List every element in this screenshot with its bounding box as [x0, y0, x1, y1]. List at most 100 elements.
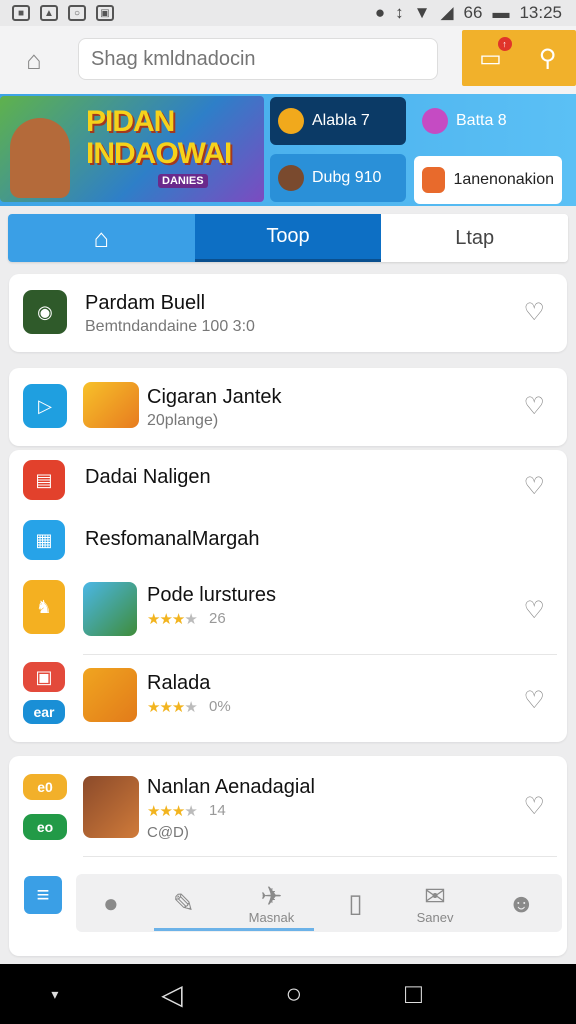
app-icon: ♞: [23, 580, 65, 634]
banner-chip-3[interactable]: Dubg 910: [270, 154, 406, 202]
banner-chip-1[interactable]: Alabla 7: [270, 97, 406, 145]
app-subtitle: C@D): [147, 824, 189, 841]
favorite-icon[interactable]: ♡: [523, 686, 545, 715]
status-time: 13:25: [519, 3, 562, 22]
app-icon: ear: [23, 700, 65, 724]
favorite-icon[interactable]: ♡: [523, 596, 545, 625]
rating-value: 14: [209, 802, 226, 819]
app-title: Cigaran Jantek: [147, 386, 282, 408]
list-item[interactable]: ♞ Pode lurstures ★★★★ 26 ♡: [9, 570, 567, 650]
app-list-card: ▤ Dadai Naligen ♡ ▦ ResfomanalMargah ♞ P…: [9, 450, 567, 742]
home-icon: ⌂: [93, 222, 110, 253]
tab-list[interactable]: Ltap: [381, 214, 568, 262]
app-title: Nanlan Aenadagial: [147, 776, 315, 798]
plane-icon: ✈: [260, 880, 283, 911]
app-icon: eo: [23, 814, 67, 840]
category-tabs: ⌂ Toop Ltap: [8, 214, 568, 262]
bookmark-icon: ▯: [348, 888, 363, 918]
divider: [83, 654, 557, 655]
app-icon: ▤: [23, 460, 65, 500]
divider: [83, 856, 557, 857]
bottom-nav: ● ✎ ✈ Masnak ▯ ✉ Sanev ☻: [76, 874, 562, 932]
app-card-2[interactable]: ▷ Cigaran Jantek 20plange) ♡: [9, 368, 567, 446]
nav-edit[interactable]: ✎: [173, 889, 195, 917]
notifications-icon[interactable]: ▭ ↑: [476, 37, 512, 73]
home-circle-icon[interactable]: ○: [285, 978, 302, 1010]
hero-subtitle: DANIES: [158, 174, 208, 188]
tab-home[interactable]: ⌂: [8, 214, 195, 262]
chip-label: Alabla 7: [312, 112, 370, 129]
battery-icon: ▬: [492, 3, 510, 22]
system-nav-bar: ▾ ◁ ○ □: [0, 964, 576, 1024]
app-thumbnail: [83, 382, 139, 428]
app-title: Pardam Buell: [85, 292, 206, 314]
flower-icon: [422, 108, 448, 134]
app-title: Dadai Naligen: [85, 466, 211, 488]
chat-icon: ○: [68, 5, 86, 21]
nav-label: Sanev: [416, 909, 454, 925]
notification-badge: ↑: [497, 37, 512, 51]
recents-icon[interactable]: □: [405, 978, 422, 1010]
star-rating: ★★★★: [147, 803, 198, 820]
hero-title-line-2: INDAOWAI: [86, 137, 232, 170]
avatar-icon: [278, 165, 304, 191]
hero-banner[interactable]: PIDAN INDAOWAI DANIES: [0, 96, 264, 202]
location-icon: ●: [103, 888, 119, 918]
app-card-1[interactable]: ◉ Pardam Buell Bemtndandaine 100 3:0 ♡: [9, 274, 567, 352]
top-bar: ⌂ ▭↑ ⚲: [0, 26, 576, 94]
rating-value: 0%: [209, 698, 231, 715]
user-icon: ☻: [507, 888, 535, 918]
search-input[interactable]: [78, 38, 438, 80]
list-item[interactable]: ▦ ResfomanalMargah: [9, 512, 567, 568]
app-thumbnail: [83, 582, 137, 636]
favorite-icon[interactable]: ♡: [523, 298, 545, 327]
app-thumbnail: [83, 776, 139, 838]
star-rating: ★★★★: [147, 611, 198, 628]
menu-fab[interactable]: ≡: [24, 876, 62, 914]
battery-level: 66: [463, 3, 483, 22]
list-item[interactable]: e0 eo Nanlan Aenadagial ★★★★ 14 C@D) ♡: [9, 756, 567, 856]
star-rating: ★★★★: [147, 699, 198, 716]
status-right-icons: ● ↕ ▼ ◢ 66 ▬ 13:25: [375, 3, 562, 23]
status-bar: ■ ▲ ○ ▣ ● ↕ ▼ ◢ 66 ▬ 13:25: [0, 0, 576, 26]
list-item[interactable]: ▣ ear Ralada ★★★★ 0% ♡: [9, 656, 567, 740]
banner-chip-4[interactable]: 1anenonakion: [414, 156, 562, 204]
alarm-icon: ●: [374, 3, 386, 22]
favorite-icon[interactable]: ♡: [523, 792, 545, 821]
app-thumbnail: [83, 668, 137, 722]
nav-save[interactable]: ✉ Sanev: [417, 882, 454, 925]
dropdown-icon[interactable]: ▾: [51, 986, 58, 1003]
chip-label: 1anenonakion: [453, 171, 554, 188]
favorite-icon[interactable]: ♡: [523, 392, 545, 421]
game-icon: [422, 167, 446, 193]
home-icon[interactable]: ⌂: [14, 40, 54, 80]
nav-bookmarks[interactable]: ▯: [348, 889, 362, 917]
hero-character-image: [10, 118, 70, 198]
back-icon[interactable]: ◁: [161, 978, 183, 1011]
app-title: Pode lurstures: [147, 584, 276, 606]
search-icon[interactable]: ⚲: [533, 43, 563, 73]
edit-icon: ✎: [172, 888, 195, 918]
promo-banner: PIDAN INDAOWAI DANIES Alabla 7 Batta 8 D…: [0, 94, 576, 206]
app-title: ResfomanalMargah: [85, 528, 260, 550]
app-icon: ▣: [23, 662, 65, 692]
nav-account[interactable]: ☻: [508, 889, 535, 917]
hero-title-line-1: PIDAN: [86, 105, 175, 138]
photo-icon: ■: [12, 5, 30, 21]
banner-chip-2[interactable]: Batta 8: [414, 97, 574, 145]
tab-top[interactable]: Toop: [194, 214, 382, 262]
app-icon: ◉: [23, 290, 67, 334]
app-icon: e0: [23, 774, 67, 800]
top-actions: ▭ ↑ ⚲: [462, 30, 576, 86]
app-subtitle: 20plange): [147, 412, 219, 429]
rating-value: 26: [209, 610, 226, 627]
message-icon: ✉: [424, 880, 446, 911]
list-item[interactable]: ▤ Dadai Naligen ♡: [9, 450, 567, 512]
vibrate-icon: ↕: [395, 3, 404, 22]
app-subtitle: Bemtndandaine 100 3:0: [85, 318, 255, 335]
wifi-icon: ▼: [413, 3, 431, 22]
bag-icon: ▣: [96, 5, 114, 21]
nav-maps[interactable]: ✈ Masnak: [249, 882, 295, 925]
favorite-icon[interactable]: ♡: [523, 472, 545, 501]
nav-profile[interactable]: ●: [103, 889, 119, 917]
